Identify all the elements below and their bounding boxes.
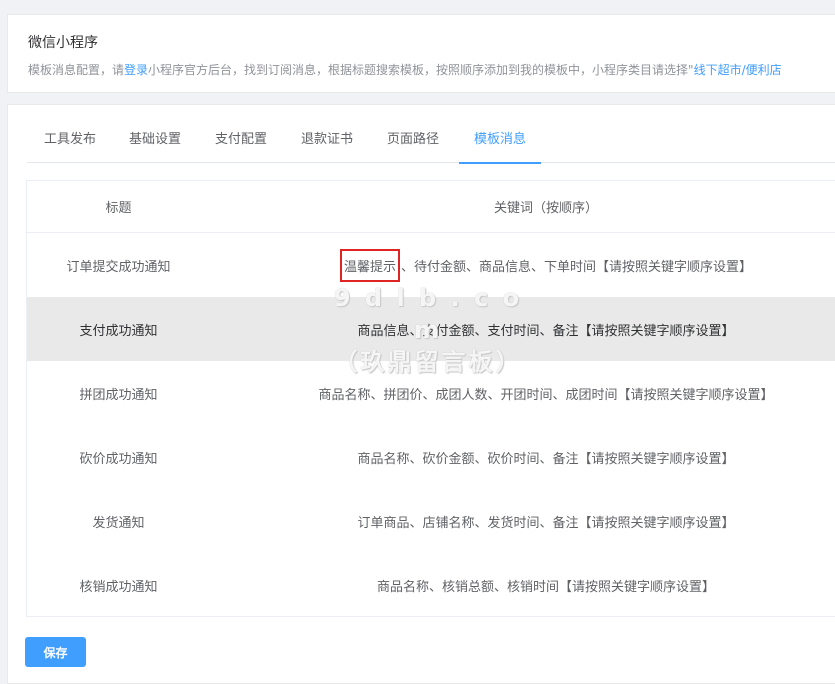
category-link[interactable]: 线下超市/便利店 bbox=[694, 63, 782, 77]
save-button[interactable]: 保存 bbox=[25, 637, 86, 667]
template-table: 标题 关键词（按顺序） 订单提交成功通知 温馨提示 、待付金额、商品信息、下单时间… bbox=[26, 180, 835, 617]
row-keywords: 商品名称、砍价金额、砍价时间、备注【请按照关键字顺序设置】 bbox=[357, 451, 735, 467]
tab-page-path[interactable]: 页面路径 bbox=[386, 127, 440, 162]
tab-tool-publish[interactable]: 工具发布 bbox=[43, 127, 97, 162]
page-title: 微信小程序 bbox=[28, 35, 98, 51]
header-title: 标题 bbox=[105, 201, 132, 216]
row-title: 订单提交成功通知 bbox=[66, 259, 171, 275]
table-row: 砍价成功通知 商品名称、砍价金额、砍价时间、备注【请按照关键字顺序设置】 bbox=[27, 425, 835, 489]
desc-suffix: 小程序官方后台，找到订阅消息，根据标题搜索模板，按照顺序添加到我的模板中，小程序… bbox=[148, 63, 694, 77]
tab-refund-cert[interactable]: 退款证书 bbox=[300, 127, 354, 162]
header-keywords: 关键词（按顺序） bbox=[493, 201, 598, 216]
desc-prefix: 模板消息配置，请 bbox=[28, 63, 125, 77]
row-title: 发货通知 bbox=[92, 515, 145, 531]
table-row: 核销成功通知 商品名称、核销总额、核销时间【请按照关键字顺序设置】 bbox=[27, 553, 835, 616]
row-keywords: 商品名称、拼团价、成团人数、开团时间、成团时间【请按照关键字顺序设置】 bbox=[318, 387, 774, 403]
row-keywords: 商品信息、支付金额、支付时间、备注【请按照关键字顺序设置】 bbox=[357, 323, 735, 339]
table-row: 订单提交成功通知 温馨提示 、待付金额、商品信息、下单时间【请按照关键字顺序设置】 bbox=[27, 233, 835, 297]
table-row: 支付成功通知 商品信息、支付金额、支付时间、备注【请按照关键字顺序设置】 bbox=[27, 297, 835, 361]
row-keywords: 商品名称、核销总额、核销时间【请按照关键字顺序设置】 bbox=[376, 579, 715, 595]
row-title: 核销成功通知 bbox=[79, 579, 158, 595]
tab-template-message[interactable]: 模板消息 bbox=[459, 127, 541, 164]
main-card: 工具发布 基础设置 支付配置 退款证书 页面路径 模板消息 标题 关键词（按顺序… bbox=[7, 104, 835, 684]
tab-payment-config[interactable]: 支付配置 bbox=[214, 127, 268, 162]
table-row: 发货通知 订单商品、店铺名称、发货时间、备注【请按照关键字顺序设置】 bbox=[27, 489, 835, 553]
row-title: 支付成功通知 bbox=[79, 323, 158, 339]
info-card: 微信小程序 模板消息配置，请登录小程序官方后台，找到订阅消息，根据标题搜索模板，… bbox=[7, 14, 835, 93]
marked-keyword: 温馨提示 bbox=[339, 248, 400, 282]
row-keywords-rest: 、待付金额、商品信息、下单时间【请按照关键字顺序设置】 bbox=[401, 259, 753, 275]
login-link[interactable]: 登录 bbox=[124, 63, 148, 77]
row-keywords: 温馨提示 、待付金额、商品信息、下单时间【请按照关键字顺序设置】 bbox=[210, 233, 835, 297]
tab-bar: 工具发布 基础设置 支付配置 退款证书 页面路径 模板消息 bbox=[27, 127, 835, 164]
tab-basic-settings[interactable]: 基础设置 bbox=[128, 127, 182, 162]
table-row: 拼团成功通知 商品名称、拼团价、成团人数、开团时间、成团时间【请按照关键字顺序设… bbox=[27, 361, 835, 425]
config-description: 模板消息配置，请登录小程序官方后台，找到订阅消息，根据标题搜索模板，按照顺序添加… bbox=[28, 61, 782, 78]
row-keywords: 订单商品、店铺名称、发货时间、备注【请按照关键字顺序设置】 bbox=[357, 515, 735, 531]
row-title: 拼团成功通知 bbox=[79, 387, 158, 403]
table-header: 标题 关键词（按顺序） bbox=[27, 181, 835, 233]
row-title: 砍价成功通知 bbox=[79, 451, 158, 467]
